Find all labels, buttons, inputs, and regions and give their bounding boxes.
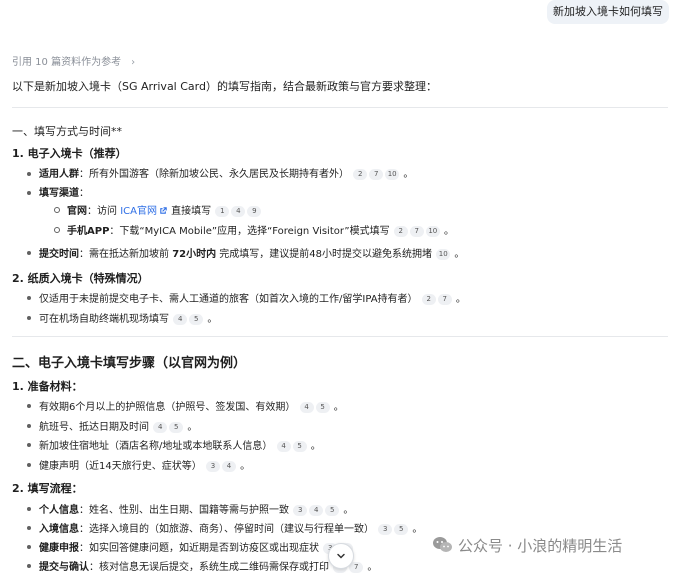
citation[interactable]: 4	[276, 441, 291, 452]
citation[interactable]: 3	[205, 461, 220, 472]
section1-item2-title: 2. 纸质入境卡（特殊情况）	[12, 272, 149, 285]
official-line: 官网：访问 ICA官网 直接填写 149	[67, 202, 262, 217]
bullet	[27, 443, 31, 447]
citation[interactable]: 4	[173, 314, 188, 325]
bullet	[27, 251, 31, 255]
citation[interactable]: 4	[309, 505, 324, 516]
section1-item1-title: 1. 电子入境卡（推荐）	[12, 147, 127, 160]
watermark: 公众号 · 小浪的精明生活	[432, 533, 622, 559]
bullet	[27, 316, 31, 320]
citation[interactable]: 2	[353, 169, 368, 180]
citation[interactable]: 5	[292, 441, 307, 452]
material-line: 新加坡住宿地址（酒店名称/地址或本地联系人信息） 45 。	[39, 441, 321, 452]
citation[interactable]: 10	[425, 226, 440, 237]
bullet	[27, 526, 31, 530]
citation[interactable]: 7	[369, 169, 384, 180]
references-label: 引用 10 篇资料作为参考	[12, 57, 122, 68]
citation[interactable]: 1	[215, 206, 230, 217]
flow-line: 健康申报：如实回答健康问题，如近期是否到访疫区或出现症状 34	[39, 539, 354, 554]
intro-text: 以下是新加坡入境卡（SG Arrival Card）的填写指南，结合最新政策与官…	[12, 80, 437, 93]
material-line: 航班号、抵达日期及时间 45 。	[39, 422, 198, 433]
scroll-to-bottom-button[interactable]	[328, 543, 354, 569]
app-line: 手机APP：下载“MyICA Mobile”应用，选择“Foreign Visi…	[67, 226, 454, 237]
citation[interactable]: 5	[169, 422, 184, 433]
flow-line: 个人信息：姓名、性别、出生日期、国籍等需与护照一致 345 。	[39, 505, 354, 516]
user-message-bubble: 新加坡入境卡如何填写	[547, 0, 669, 24]
wechat-icon	[433, 537, 452, 552]
bullet	[27, 545, 31, 549]
chevron-right-icon: ›	[131, 57, 136, 68]
section2-item2-title: 2. 填写流程：	[12, 482, 83, 495]
sub-bullet	[54, 227, 60, 233]
citation[interactable]: 5	[394, 524, 409, 535]
citation[interactable]: 5	[325, 505, 340, 516]
citation[interactable]: 7	[409, 226, 424, 237]
citation[interactable]: 3	[293, 505, 308, 516]
bullet	[27, 507, 31, 511]
citation[interactable]: 2	[421, 294, 436, 305]
material-line: 健康声明（近14天旅行史、症状等） 34 。	[39, 461, 251, 472]
divider	[12, 107, 668, 108]
citation[interactable]: 10	[436, 249, 451, 260]
citation[interactable]: 10	[385, 169, 400, 180]
flow-line: 入境信息：选择入境目的（如旅游、商务）、停留时间（建议与行程单一致） 35 。	[39, 524, 423, 535]
applicable-line: 适用人群：所有外国游客（除新加坡公民、永久居民及长期持有者外） 2 7 10 。	[39, 169, 414, 180]
citation[interactable]: 5	[189, 314, 204, 325]
submit-time-line: 提交时间：需在抵达新加坡前 72小时内 完成填写，建议提前48小时提交以避免系统…	[39, 249, 465, 260]
chevron-down-icon	[337, 553, 345, 559]
divider	[12, 336, 668, 337]
bullet	[27, 404, 31, 408]
external-link-icon	[160, 207, 167, 214]
ica-official-link[interactable]: ICA官网	[120, 206, 157, 217]
paper-line-1: 仅适用于未提前提交电子卡、需人工通道的旅客（如首次入境的工作/留学IPA持有者）…	[39, 294, 466, 305]
bullet	[27, 172, 31, 176]
citation[interactable]: 2	[393, 226, 408, 237]
citation[interactable]: 4	[153, 422, 168, 433]
citation[interactable]: 5	[315, 402, 330, 413]
sub-bullet	[54, 207, 60, 213]
citation[interactable]: 7	[437, 294, 452, 305]
flow-line: 提交与确认：核对信息无误后提交，系统生成二维码需保存或打印 47 。	[39, 562, 378, 573]
section2-heading: 二、电子入境卡填写步骤（以官网为例）	[12, 356, 247, 371]
bullet	[27, 463, 31, 467]
citation[interactable]: 4	[231, 206, 246, 217]
citation[interactable]: 9	[247, 206, 262, 217]
bullet	[27, 424, 31, 428]
material-line: 有效期6个月以上的护照信息（护照号、签发国、有效期） 45 。	[39, 402, 344, 413]
bullet	[27, 564, 31, 568]
citation[interactable]: 3	[378, 524, 393, 535]
section1-heading: 一、填写方式与时间**	[12, 125, 122, 138]
channel-line: 填写渠道：	[39, 188, 89, 199]
citation[interactable]: 4	[299, 402, 314, 413]
bullet	[27, 191, 31, 195]
citation[interactable]: 4	[221, 461, 236, 472]
section2-item1-title: 1. 准备材料：	[12, 380, 83, 393]
paper-line-2: 可在机场自助终端机现场填写 45 。	[39, 314, 218, 325]
references-toggle[interactable]: 引用 10 篇资料作为参考 ›	[12, 53, 135, 68]
bullet	[27, 296, 31, 300]
